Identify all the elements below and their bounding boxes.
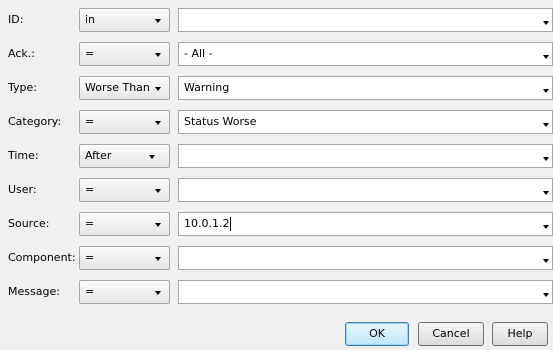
ack-value-text: - All -	[184, 47, 213, 60]
filter-row-category: Category: = Status Worse	[0, 110, 553, 134]
user-label: User:	[8, 183, 37, 196]
chevron-down-icon	[149, 155, 155, 159]
ok-button[interactable]: OK	[345, 322, 409, 346]
source-value-wrap: 10.0.1.2	[184, 213, 232, 235]
type-value-text: Warning	[184, 81, 230, 94]
category-operator-select[interactable]: =	[79, 110, 170, 134]
type-operator-select[interactable]: Worse Than	[79, 76, 170, 100]
id-value-combo[interactable]	[178, 8, 553, 32]
chevron-down-icon	[543, 191, 549, 195]
category-operator-value: =	[85, 115, 95, 128]
chevron-down-icon	[155, 19, 161, 23]
source-label: Source:	[8, 217, 50, 230]
chevron-down-icon	[155, 291, 161, 295]
chevron-down-icon	[155, 121, 161, 125]
message-label: Message:	[8, 285, 60, 298]
chevron-down-icon	[543, 157, 549, 161]
message-operator-select[interactable]: =	[79, 280, 170, 304]
ack-operator-value: =	[85, 47, 95, 60]
time-operator-select[interactable]: After	[79, 144, 170, 168]
time-label: Time:	[8, 149, 39, 162]
id-operator-select[interactable]: in	[79, 8, 170, 32]
cancel-button[interactable]: Cancel	[418, 322, 484, 346]
source-operator-select[interactable]: =	[79, 212, 170, 236]
filter-dialog: ID: in Ack.: = - All - Type: Worse Than …	[0, 0, 553, 350]
user-operator-value: =	[85, 183, 95, 196]
ack-value-combo[interactable]: - All -	[178, 42, 553, 66]
category-value-combo[interactable]: Status Worse	[178, 110, 553, 134]
ack-operator-select[interactable]: =	[79, 42, 170, 66]
filter-row-id: ID: in	[0, 8, 553, 32]
chevron-down-icon	[155, 223, 161, 227]
source-value-combo[interactable]: 10.0.1.2	[178, 212, 553, 236]
message-value-combo[interactable]	[178, 280, 553, 304]
time-value-combo[interactable]	[178, 144, 553, 168]
chevron-down-icon	[155, 87, 161, 91]
filter-row-time: Time: After	[0, 144, 553, 168]
category-value-text: Status Worse	[184, 115, 257, 128]
type-operator-value: Worse Than	[85, 81, 150, 94]
chevron-down-icon	[543, 259, 549, 263]
id-label: ID:	[8, 13, 24, 26]
user-operator-select[interactable]: =	[79, 178, 170, 202]
chevron-down-icon	[155, 257, 161, 261]
ack-label: Ack.:	[8, 47, 35, 60]
chevron-down-icon	[543, 293, 549, 297]
filter-row-source: Source: = 10.0.1.2	[0, 212, 553, 236]
help-button[interactable]: Help	[492, 322, 548, 346]
filter-row-user: User: =	[0, 178, 553, 202]
chevron-down-icon	[155, 189, 161, 193]
filter-row-component: Component: =	[0, 246, 553, 270]
chevron-down-icon	[543, 123, 549, 127]
user-value-combo[interactable]	[178, 178, 553, 202]
filter-row-type: Type: Worse Than Warning	[0, 76, 553, 100]
category-label: Category:	[8, 115, 62, 128]
text-cursor	[230, 217, 232, 231]
filter-row-message: Message: =	[0, 280, 553, 304]
component-label: Component:	[8, 251, 76, 264]
message-operator-value: =	[85, 285, 95, 298]
chevron-down-icon	[543, 89, 549, 93]
filter-row-ack: Ack.: = - All -	[0, 42, 553, 66]
component-operator-value: =	[85, 251, 95, 264]
time-operator-value: After	[85, 149, 112, 162]
component-value-combo[interactable]	[178, 246, 553, 270]
component-operator-select[interactable]: =	[79, 246, 170, 270]
id-operator-value: in	[85, 13, 96, 26]
type-label: Type:	[8, 81, 37, 94]
source-value-text: 10.0.1.2	[184, 217, 230, 230]
chevron-down-icon	[543, 21, 549, 25]
source-operator-value: =	[85, 217, 95, 230]
chevron-down-icon	[543, 55, 549, 59]
type-value-combo[interactable]: Warning	[178, 76, 553, 100]
chevron-down-icon	[543, 225, 549, 229]
chevron-down-icon	[155, 53, 161, 57]
